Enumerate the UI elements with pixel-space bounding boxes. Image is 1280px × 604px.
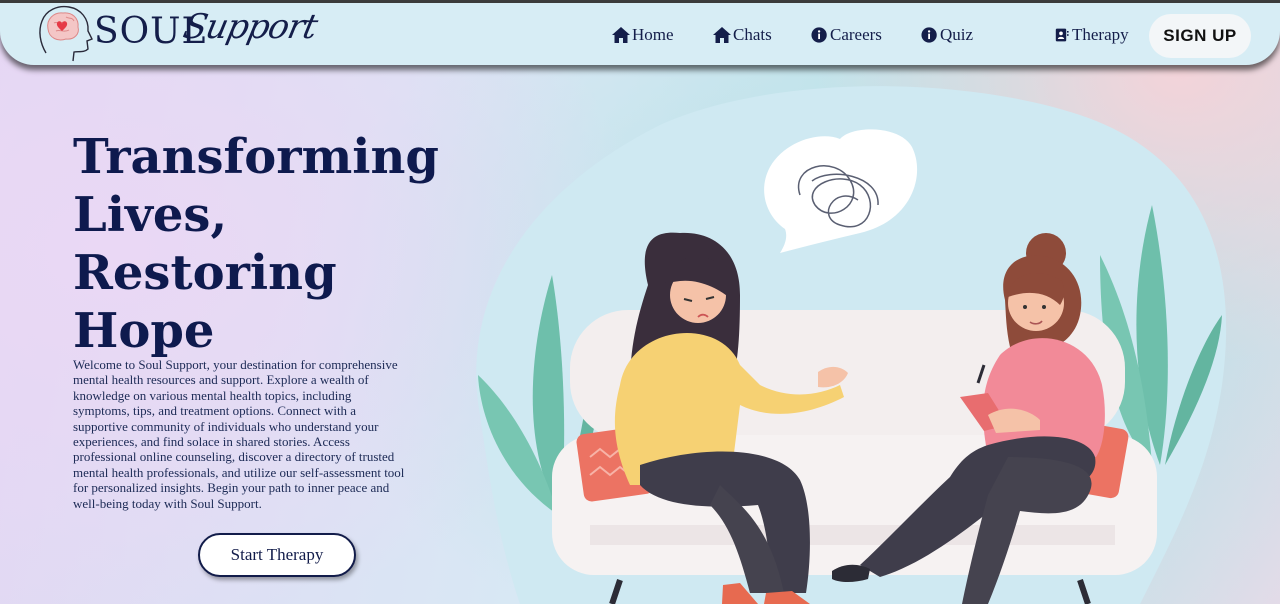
start-therapy-button[interactable]: Start Therapy	[198, 533, 356, 577]
nav-careers-label: Careers	[830, 25, 882, 44]
hero-title-line: Restoring	[73, 245, 337, 301]
nav-therapy[interactable]: Therapy	[1055, 23, 1129, 47]
hero-title: Transforming Lives, Restoring Hope	[73, 128, 439, 360]
hero-title-line: Transforming	[73, 129, 439, 185]
nav-quiz[interactable]: Quiz	[921, 23, 973, 47]
navbar: SOUL Support Home Chats Careers Quiz The…	[0, 3, 1280, 65]
nav-chats-label: Chats	[733, 25, 772, 44]
brand-name-support: Support	[179, 7, 321, 47]
nav-careers[interactable]: Careers	[811, 23, 882, 47]
brand-logo[interactable]: SOUL Support	[36, 3, 320, 63]
hero-description: Welcome to Soul Support, your destinatio…	[73, 357, 405, 511]
hero-title-line: Hope	[73, 303, 215, 359]
head-brain-icon	[39, 5, 93, 62]
nav-therapy-label: Therapy	[1072, 25, 1129, 44]
home-icon	[713, 27, 731, 43]
home-icon	[612, 27, 630, 43]
info-icon	[811, 27, 827, 43]
info-icon	[921, 27, 937, 43]
hero-title-line: Lives,	[73, 187, 228, 243]
contact-card-icon	[1055, 28, 1069, 42]
therapy-session-illustration	[476, 86, 1227, 604]
nav-home[interactable]: Home	[611, 23, 674, 47]
sign-up-button[interactable]: SIGN UP	[1149, 14, 1251, 58]
nav-chats[interactable]: Chats	[712, 23, 772, 47]
nav-quiz-label: Quiz	[940, 25, 974, 44]
nav-home-label: Home	[632, 25, 674, 44]
